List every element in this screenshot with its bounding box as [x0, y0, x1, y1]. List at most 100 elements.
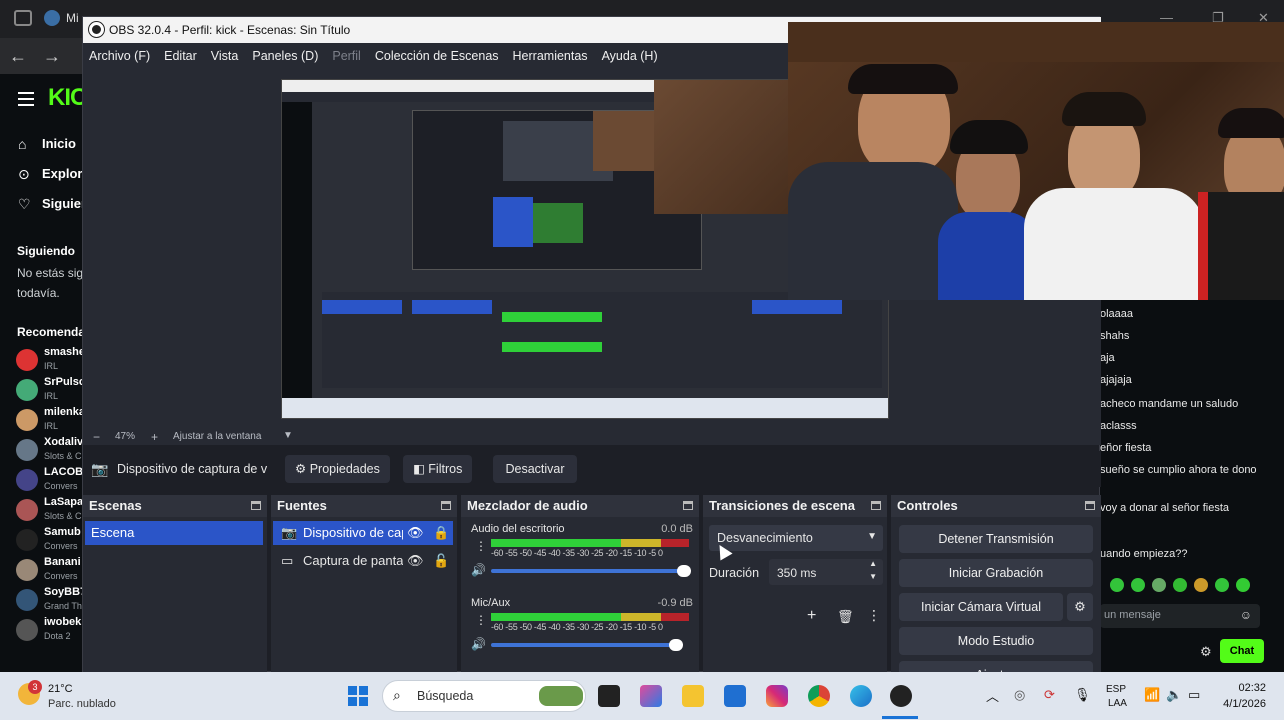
lock-icon[interactable]: 🔒	[433, 521, 449, 545]
tray-app-icon[interactable]: ◎	[1014, 687, 1025, 703]
taskbar-search[interactable]: ⌕ Búsqueda	[382, 680, 586, 712]
dock-float-icon[interactable]	[1085, 501, 1095, 510]
recommended-channel[interactable]: Xodaliv Slots & C	[16, 436, 82, 466]
volume-slider-mic[interactable]	[491, 639, 683, 651]
visibility-icon[interactable]: 👁	[407, 521, 424, 545]
menu-vista[interactable]: Vista	[211, 49, 239, 63]
lang-layout[interactable]: LAA	[1108, 698, 1127, 709]
recommended-channel[interactable]: LACOB Convers	[16, 466, 82, 496]
deactivate-button[interactable]: Desactivar	[493, 455, 577, 483]
chat-send-button[interactable]: Chat	[1220, 639, 1264, 663]
store-icon[interactable]	[724, 685, 746, 707]
battery-icon[interactable]: ▭	[1188, 687, 1200, 703]
properties-button[interactable]: ⚙ Propiedades	[285, 455, 390, 483]
wifi-icon[interactable]: 📶	[1144, 687, 1160, 703]
speaker-icon[interactable]: 🔊	[471, 637, 486, 651]
filters-button[interactable]: ◧ Filtros	[403, 455, 473, 483]
channel-name: Xodaliv	[44, 436, 82, 448]
instagram-icon[interactable]	[766, 685, 788, 707]
taskview-icon[interactable]	[598, 685, 620, 707]
virtualcam-settings-icon[interactable]: ⚙	[1067, 593, 1093, 621]
slider-knob[interactable]	[669, 639, 683, 651]
zoom-out-icon[interactable]: −	[93, 430, 100, 444]
obs-taskbar-icon[interactable]	[890, 685, 912, 707]
nav-home[interactable]: Inicio	[42, 136, 76, 151]
transition-select[interactable]: Desvanecimiento ▼	[709, 525, 883, 551]
channel-menu-icon[interactable]: ⋮	[475, 613, 487, 627]
person-2-shirt	[938, 212, 1036, 300]
menu-archivo[interactable]: Archivo (F)	[89, 49, 150, 63]
lang-code[interactable]: ESP	[1106, 684, 1126, 695]
fit-window-label[interactable]: Ajustar a la ventana	[173, 431, 261, 442]
stop-stream-button[interactable]: Detener Transmisión	[899, 525, 1093, 553]
browser-tab-title[interactable]: Mi	[66, 11, 79, 25]
add-transition-icon[interactable]: +	[807, 607, 816, 625]
nav-explore[interactable]: Explorar	[42, 166, 82, 181]
trash-icon[interactable]: 🗑	[837, 609, 854, 625]
start-recording-button[interactable]: Iniciar Grabación	[899, 559, 1093, 587]
zoom-dropdown-icon[interactable]: ▼	[283, 430, 293, 441]
menu-ayuda[interactable]: Ayuda (H)	[602, 49, 658, 63]
recommended-channel[interactable]: SoyBB7 Grand Th	[16, 586, 82, 616]
menu-coleccion[interactable]: Colección de Escenas	[375, 49, 499, 63]
kick-logo[interactable]: KICK	[48, 84, 82, 112]
webcam-overlay	[788, 22, 1284, 300]
dock-float-icon[interactable]	[441, 501, 451, 510]
dock-float-icon[interactable]	[871, 501, 881, 510]
scene-item[interactable]: Escena	[85, 521, 263, 545]
spin-up-icon[interactable]: ▲	[869, 559, 877, 568]
chat-settings-icon[interactable]: ⚙	[1200, 644, 1212, 660]
recommended-channel[interactable]: LaSapa Slots & C	[16, 496, 82, 526]
dock-float-icon[interactable]	[251, 501, 261, 510]
recommended-channel[interactable]: smashe IRL	[16, 346, 82, 376]
spin-down-icon[interactable]: ▼	[869, 572, 877, 581]
menu-perfil[interactable]: Perfil	[332, 49, 360, 63]
menu-herramientas[interactable]: Herramientas	[513, 49, 588, 63]
menu-editar[interactable]: Editar	[164, 49, 197, 63]
emote-row[interactable]	[1110, 578, 1260, 594]
channel-desktop-db: 0.0 dB	[661, 523, 693, 535]
weather-temp[interactable]: 21°C	[48, 683, 73, 695]
recommended-channel[interactable]: milenka IRL	[16, 406, 82, 436]
emoji-icon[interactable]: ☺	[1240, 608, 1252, 622]
recommended-channel[interactable]: SrPulso IRL	[16, 376, 82, 406]
tray-sync-icon[interactable]: ⟳	[1044, 687, 1055, 703]
clock-time[interactable]: 02:32	[1238, 682, 1266, 694]
menu-icon[interactable]	[18, 92, 34, 106]
dock-float-icon[interactable]	[683, 501, 693, 510]
copilot-icon[interactable]	[640, 685, 662, 707]
nav-following[interactable]: Siguiendo	[42, 196, 82, 211]
filters-label: Filtros	[428, 462, 463, 476]
chrome-icon[interactable]	[808, 685, 830, 707]
source-item-camera[interactable]: 📷 Dispositivo de cap 👁 🔒	[273, 521, 453, 545]
volume-icon[interactable]: 🔈	[1166, 687, 1182, 703]
chevron-up-icon[interactable]: ︿	[986, 686, 999, 705]
recommended-channel[interactable]: Banani Convers	[16, 556, 82, 586]
volume-slider-desktop[interactable]	[491, 565, 691, 577]
channel-menu-icon[interactable]: ⋮	[475, 539, 487, 553]
tab-actions-icon[interactable]	[14, 10, 32, 26]
speaker-icon[interactable]: 🔊	[471, 563, 486, 577]
file-explorer-icon[interactable]	[682, 685, 704, 707]
clock-date[interactable]: 4/1/2026	[1223, 698, 1266, 710]
visibility-icon[interactable]: 👁	[407, 549, 424, 573]
source-item-screen[interactable]: ▭ Captura de panta 👁 🔓	[273, 549, 453, 573]
menu-paneles[interactable]: Paneles (D)	[252, 49, 318, 63]
duration-spinbox[interactable]: 350 ms ▲ ▼	[769, 559, 883, 585]
back-icon[interactable]: ←	[6, 44, 30, 68]
transitions-dock-title: Transiciones de escena	[703, 495, 887, 517]
slider-knob[interactable]	[677, 565, 691, 577]
windows-start-icon[interactable]	[348, 686, 368, 706]
zoom-in-icon[interactable]: +	[151, 430, 158, 444]
forward-icon[interactable]: →	[40, 44, 64, 68]
chat-input[interactable]: un mensaje ☺	[1100, 604, 1260, 628]
start-virtualcam-button[interactable]: Iniciar Cámara Virtual	[899, 593, 1063, 621]
unlock-icon[interactable]: 🔓	[433, 549, 449, 573]
recommended-channel[interactable]: Samub Convers	[16, 526, 82, 556]
recommended-channel[interactable]: iwobek Dota 2	[16, 616, 82, 646]
microphone-icon[interactable]: 🎙	[1074, 687, 1091, 703]
studio-mode-button[interactable]: Modo Estudio	[899, 627, 1093, 655]
more-icon[interactable]: ⋮	[867, 607, 881, 624]
edge-icon[interactable]	[850, 685, 872, 707]
weather-desc[interactable]: Parc. nublado	[48, 698, 116, 710]
